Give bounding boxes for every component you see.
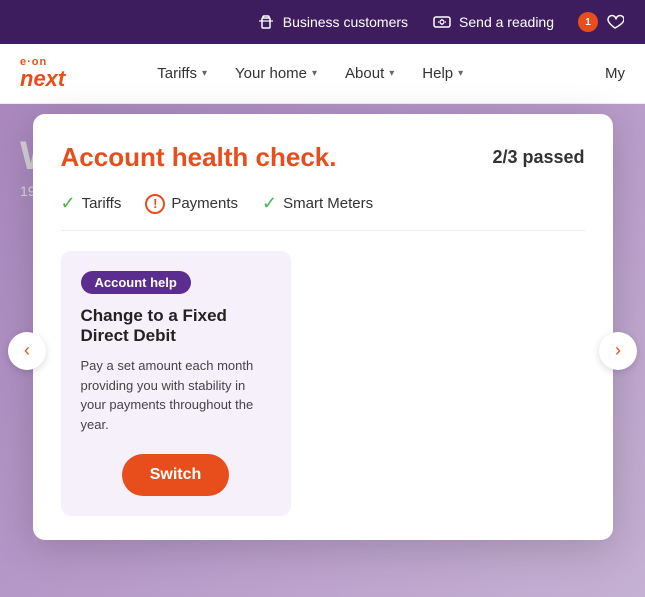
modal-checks: ✓ Tariffs ! Payments ✓ Smart Meters xyxy=(61,193,585,231)
nav-my-account[interactable]: My xyxy=(605,65,625,82)
nav-your-home[interactable]: Your home ▾ xyxy=(223,44,329,104)
heart-icon xyxy=(605,12,625,32)
tariffs-check-label: Tariffs xyxy=(82,195,122,212)
modal-score: 2/3 passed xyxy=(492,147,584,168)
tariffs-chevron-icon: ▾ xyxy=(202,68,207,79)
your-home-chevron-icon: ▾ xyxy=(312,68,317,79)
card-description: Pay a set amount each month providing yo… xyxy=(81,356,271,434)
top-bar: Business customers Send a reading 1 xyxy=(0,0,645,44)
notifications-button[interactable]: 1 xyxy=(578,12,625,32)
nav-tariffs[interactable]: Tariffs ▾ xyxy=(145,44,219,104)
help-chevron-icon: ▾ xyxy=(458,68,463,79)
switch-button[interactable]: Switch xyxy=(122,454,230,496)
modal-title: Account health check. xyxy=(61,142,337,173)
send-reading-label: Send a reading xyxy=(459,14,554,30)
modal-overlay: Account health check. 2/3 passed ✓ Tarif… xyxy=(0,104,645,597)
carousel-next-button[interactable]: › xyxy=(599,332,637,370)
smart-meters-check-label: Smart Meters xyxy=(283,195,373,212)
nav-items: Tariffs ▾ Your home ▾ About ▾ Help ▾ xyxy=(145,44,605,104)
nav-about[interactable]: About ▾ xyxy=(333,44,406,104)
smart-meters-check-icon: ✓ xyxy=(262,193,277,214)
briefcase-icon xyxy=(256,12,276,32)
about-chevron-icon: ▾ xyxy=(389,68,394,79)
tariffs-check-icon: ✓ xyxy=(61,193,76,214)
logo[interactable]: e·on next xyxy=(20,57,65,90)
check-payments: ! Payments xyxy=(145,193,238,214)
payments-warn-icon: ! xyxy=(145,194,165,214)
health-check-modal: Account health check. 2/3 passed ✓ Tarif… xyxy=(33,114,613,540)
notification-count: 1 xyxy=(578,12,598,32)
main-nav: e·on next Tariffs ▾ Your home ▾ About ▾ … xyxy=(0,44,645,104)
check-smart-meters: ✓ Smart Meters xyxy=(262,193,373,214)
page-background: Wo 192 G t paym paymement iss afterissue… xyxy=(0,104,645,597)
card-title: Change to a Fixed Direct Debit xyxy=(81,306,271,346)
payments-check-label: Payments xyxy=(171,195,238,212)
modal-header: Account health check. 2/3 passed xyxy=(61,142,585,173)
business-customers-link[interactable]: Business customers xyxy=(256,12,408,32)
check-tariffs: ✓ Tariffs xyxy=(61,193,122,214)
nav-help[interactable]: Help ▾ xyxy=(410,44,475,104)
logo-next: next xyxy=(20,68,65,90)
meter-icon xyxy=(432,12,452,32)
send-reading-link[interactable]: Send a reading xyxy=(432,12,554,32)
account-help-badge: Account help xyxy=(81,271,191,294)
business-customers-label: Business customers xyxy=(283,14,408,30)
account-help-card: Account help Change to a Fixed Direct De… xyxy=(61,251,291,516)
carousel-prev-button[interactable]: ‹ xyxy=(8,332,46,370)
